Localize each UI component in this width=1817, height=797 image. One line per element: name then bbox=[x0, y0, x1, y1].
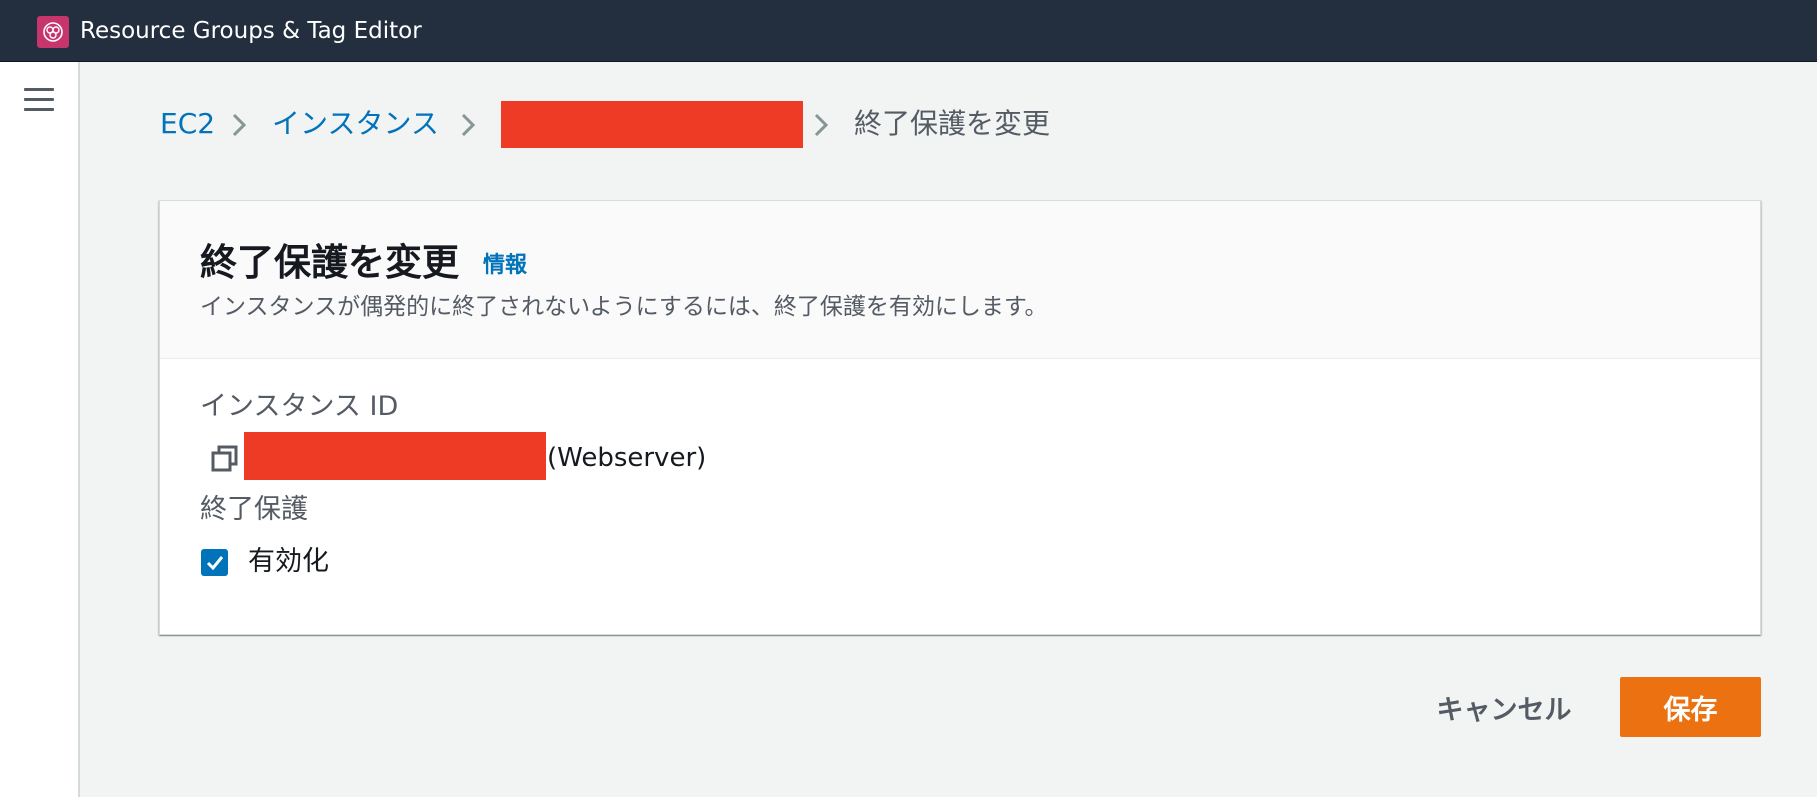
chevron-right-icon bbox=[232, 113, 247, 137]
copy-icon[interactable] bbox=[210, 444, 240, 474]
termination-protection-label: 終了保護 bbox=[200, 494, 308, 525]
breadcrumb-current: 終了保護を変更 bbox=[854, 107, 1051, 140]
instance-id-label: インスタンス ID bbox=[200, 391, 399, 422]
breadcrumb-item-instances[interactable]: インスタンス bbox=[272, 104, 439, 144]
enable-checkbox-label[interactable]: 有効化 bbox=[248, 544, 329, 580]
panel-header: 終了保護を変更 情報 インスタンスが偶発的に終了されないようにするには、終了保護… bbox=[160, 201, 1760, 359]
panel-description: インスタンスが偶発的に終了されないようにするには、終了保護を有効にします。 bbox=[200, 294, 1048, 320]
cancel-button[interactable]: キャンセル bbox=[1419, 677, 1589, 737]
termination-protection-panel: 終了保護を変更 情報 インスタンスが偶発的に終了されないようにするには、終了保護… bbox=[159, 200, 1761, 635]
chevron-right-icon bbox=[461, 113, 476, 137]
side-navigation bbox=[0, 62, 80, 797]
resource-groups-icon[interactable] bbox=[37, 16, 69, 48]
checkmark-icon bbox=[206, 555, 223, 570]
info-link[interactable]: 情報 bbox=[483, 251, 527, 281]
hamburger-menu-icon[interactable] bbox=[24, 88, 54, 114]
instance-id-suffix: (Webserver) bbox=[547, 443, 707, 473]
app-title[interactable]: Resource Groups & Tag Editor bbox=[80, 17, 422, 45]
instance-id-redacted bbox=[244, 432, 546, 480]
chevron-right-icon bbox=[814, 113, 829, 137]
breadcrumb-item-redacted-instance[interactable] bbox=[501, 101, 803, 148]
top-navigation-bar: Resource Groups & Tag Editor bbox=[0, 0, 1817, 62]
save-button[interactable]: 保存 bbox=[1620, 677, 1761, 737]
enable-checkbox[interactable] bbox=[201, 549, 228, 576]
page-title: 終了保護を変更 bbox=[200, 241, 459, 284]
breadcrumb-item-ec2[interactable]: EC2 bbox=[160, 104, 215, 144]
